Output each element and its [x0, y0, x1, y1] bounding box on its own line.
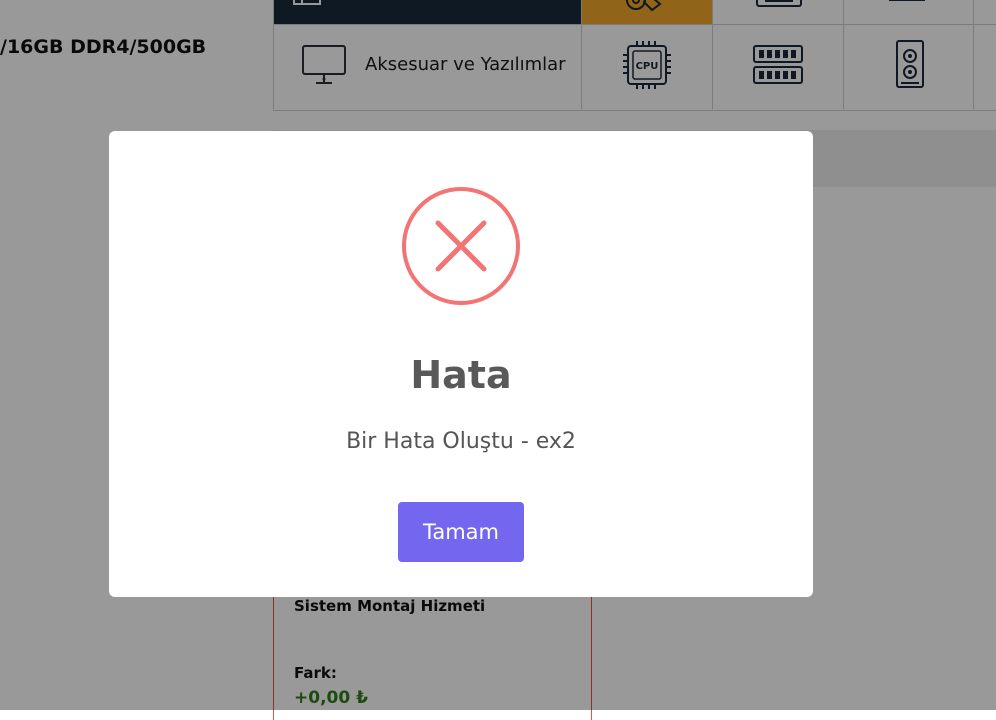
dialog-title: Hata [410, 353, 512, 397]
dialog-message: Bir Hata Oluştu - ex2 [346, 429, 576, 454]
confirm-button[interactable]: Tamam [398, 502, 524, 562]
error-dialog: Hata Bir Hata Oluştu - ex2 Tamam [109, 131, 813, 597]
error-x-icon [402, 187, 520, 305]
